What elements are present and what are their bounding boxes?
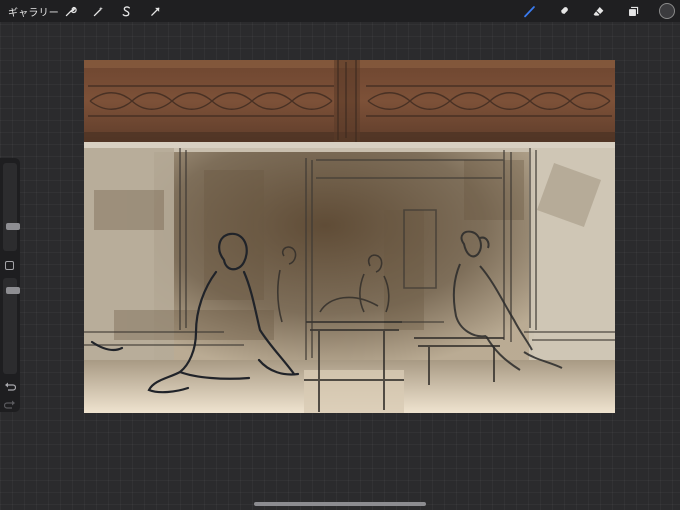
brush-size-slider[interactable] bbox=[3, 163, 20, 251]
undo-icon[interactable] bbox=[4, 378, 17, 391]
brush-icon[interactable] bbox=[521, 3, 537, 19]
drawing-canvas[interactable] bbox=[84, 60, 615, 413]
modify-button[interactable] bbox=[5, 261, 14, 270]
layers-icon[interactable] bbox=[625, 3, 641, 19]
selection-s-icon[interactable] bbox=[118, 3, 134, 19]
color-picker-button[interactable] bbox=[659, 3, 675, 19]
arrow-cursor-icon[interactable] bbox=[147, 3, 163, 19]
redo-icon[interactable] bbox=[3, 396, 16, 409]
brush-size-thumb[interactable] bbox=[6, 223, 20, 230]
magic-wand-icon[interactable] bbox=[90, 3, 106, 19]
opacity-slider[interactable] bbox=[3, 278, 20, 374]
wrench-icon[interactable] bbox=[62, 3, 78, 19]
smudge-finger-icon[interactable] bbox=[555, 3, 571, 19]
home-indicator bbox=[254, 502, 426, 506]
gallery-button[interactable]: ギャラリー bbox=[8, 4, 59, 19]
side-toolbar bbox=[0, 158, 20, 412]
opacity-thumb[interactable] bbox=[6, 287, 20, 294]
sketch-artwork bbox=[84, 60, 615, 413]
eraser-icon[interactable] bbox=[590, 3, 606, 19]
top-toolbar: ギャラリー bbox=[0, 0, 680, 22]
